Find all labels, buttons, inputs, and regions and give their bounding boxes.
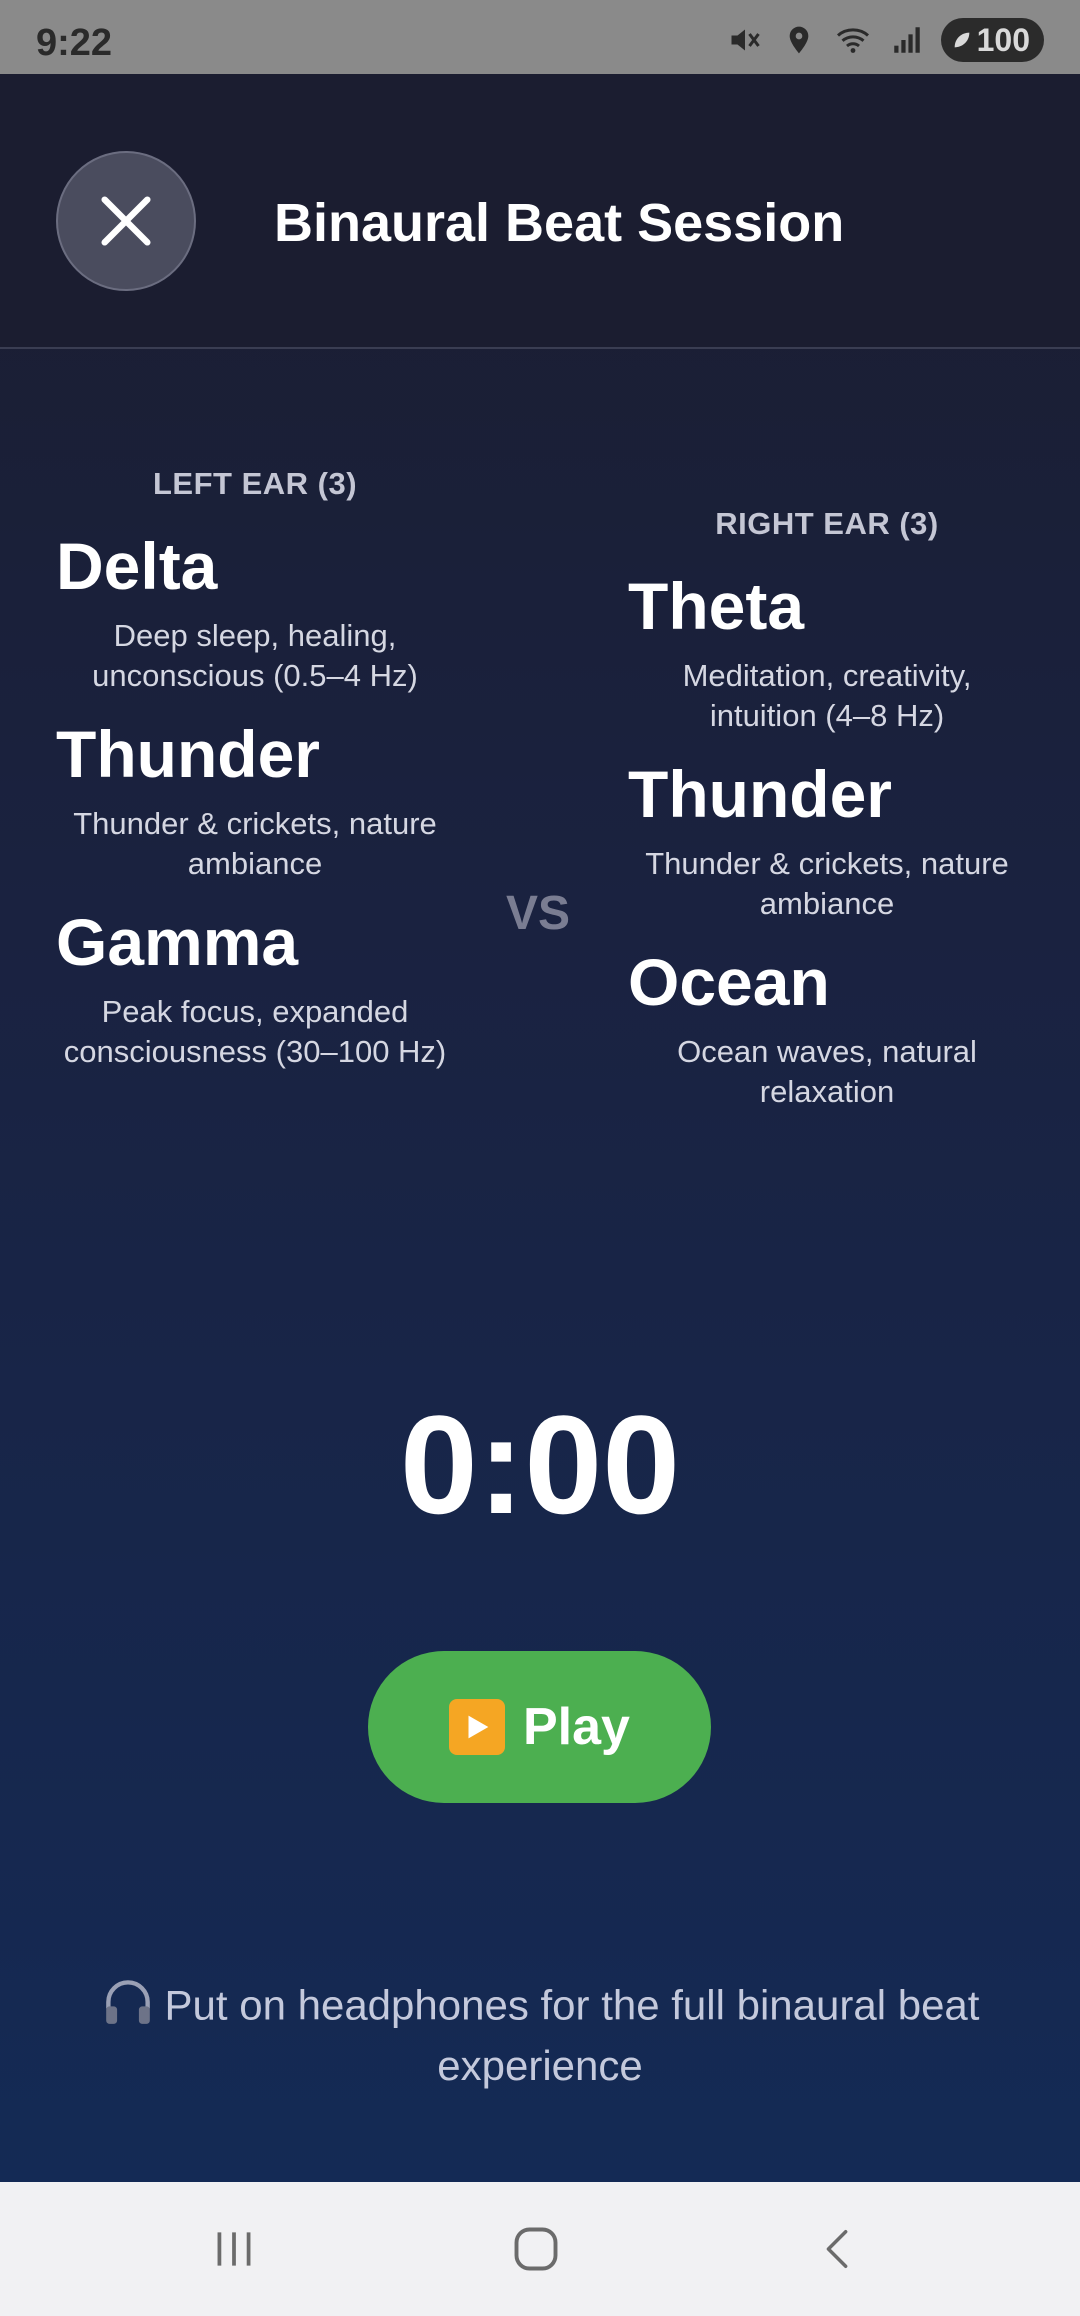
close-button[interactable] [56, 151, 196, 291]
choice-name: Thunder [628, 757, 892, 831]
close-icon [101, 196, 151, 246]
location-icon [779, 20, 819, 60]
choice-name: Theta [628, 569, 805, 643]
headphones-hint: Put on headphones for the full binaural … [60, 1978, 1020, 2093]
recent-apps-icon [217, 2232, 251, 2266]
right-ear-column: RIGHT EAR (3) Theta Meditation, creativi… [597, 506, 1057, 1112]
wifi-icon [833, 20, 873, 60]
choice-description: Peak focus, expanded consciousness (30–1… [63, 994, 447, 1069]
left-ear-choice: Gamma Peak focus, expanded consciousness… [25, 906, 485, 1072]
choice-description: Thunder & crickets, nature ambiance [645, 846, 1009, 921]
left-ear-label: LEFT EAR (3) [152, 466, 358, 501]
back-button[interactable] [798, 2212, 878, 2286]
choice-name: Ocean [628, 945, 830, 1019]
header: Binaural Beat Session [0, 74, 1080, 349]
mute-icon [725, 20, 765, 60]
home-icon [514, 2227, 558, 2271]
right-ear-choice: Theta Meditation, creativity, intuition … [597, 570, 1057, 736]
right-ear-label: RIGHT EAR (3) [715, 506, 939, 541]
session-screen: Binaural Beat Session LEFT EAR (3) Delta… [0, 74, 1080, 2182]
status-bar: 9:22 100 [0, 0, 1080, 74]
battery-indicator: 100 [940, 18, 1044, 62]
back-icon [826, 2230, 848, 2268]
left-ear-choice: Thunder Thunder & crickets, nature ambia… [25, 718, 485, 884]
home-button[interactable] [496, 2212, 576, 2286]
vs-label: VS [506, 887, 571, 940]
session-timer: 0:00 [399, 1386, 681, 1543]
choice-description: Meditation, creativity, intuition (4–8 H… [682, 658, 972, 733]
battery-level: 100 [976, 21, 1030, 58]
choice-description: Deep sleep, healing, unconscious (0.5–4 … [92, 618, 418, 693]
left-ear-choice: Delta Deep sleep, healing, unconscious (… [25, 530, 485, 696]
choice-description: Ocean waves, natural relaxation [677, 1034, 977, 1109]
right-ear-choice: Ocean Ocean waves, natural relaxation [597, 946, 1057, 1112]
choice-name: Gamma [56, 905, 299, 979]
right-ear-choice: Thunder Thunder & crickets, nature ambia… [597, 758, 1057, 924]
signal-icon [887, 20, 927, 60]
choice-description: Thunder & crickets, nature ambiance [73, 806, 437, 881]
play-button-label: Play [523, 1698, 630, 1756]
play-button[interactable]: Play [368, 1651, 711, 1803]
headphones-icon [101, 1978, 155, 2039]
page-title: Binaural Beat Session [274, 193, 845, 253]
status-time: 9:22 [36, 22, 113, 64]
navigation-bar [0, 2182, 1080, 2316]
status-icons: 100 [725, 18, 1044, 62]
battery-icon [954, 32, 969, 48]
recent-apps-button[interactable] [194, 2212, 274, 2286]
hint-text: Put on headphones for the full binaural … [164, 1981, 980, 2089]
play-icon [449, 1699, 505, 1755]
choice-name: Delta [56, 529, 218, 603]
choice-name: Thunder [56, 717, 320, 791]
left-ear-column: LEFT EAR (3) Delta Deep sleep, healing, … [25, 466, 485, 1072]
